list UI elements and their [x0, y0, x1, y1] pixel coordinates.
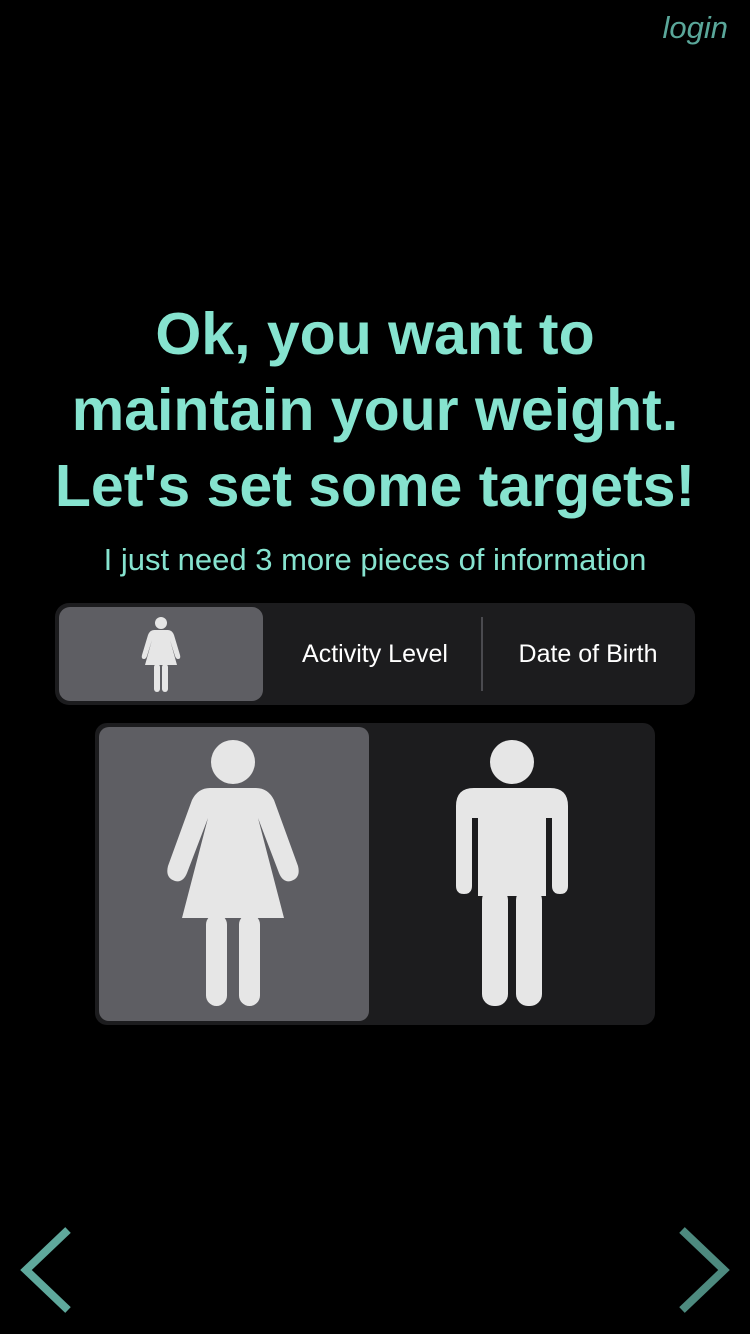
- female-icon: [141, 617, 181, 692]
- title-line-1: Ok, you want to: [155, 301, 595, 367]
- female-option[interactable]: [99, 727, 369, 1021]
- male-icon: [456, 740, 568, 1006]
- chevron-left-icon: [20, 1227, 71, 1313]
- title-line-3: Let's set some targets!: [54, 453, 696, 519]
- step-segmented-control: Activity Level Date of Birth: [55, 603, 695, 705]
- female-icon: [167, 740, 299, 1006]
- segment-date-of-birth[interactable]: Date of Birth: [484, 607, 692, 701]
- segment-activity-level[interactable]: Activity Level: [270, 607, 480, 701]
- next-button[interactable]: [666, 1220, 736, 1320]
- back-button[interactable]: [14, 1220, 84, 1320]
- title-line-2: maintain your weight.: [71, 377, 679, 443]
- login-link[interactable]: login: [663, 10, 729, 46]
- segment-gender[interactable]: [59, 607, 263, 701]
- subtitle: I just need 3 more pieces of information: [103, 542, 647, 577]
- male-option[interactable]: [379, 727, 649, 1021]
- chevron-right-icon: [679, 1227, 730, 1313]
- segment-divider: [481, 617, 483, 691]
- page-title: Ok, you want to maintain your weight. Le…: [0, 296, 750, 524]
- gender-picker: [95, 723, 655, 1025]
